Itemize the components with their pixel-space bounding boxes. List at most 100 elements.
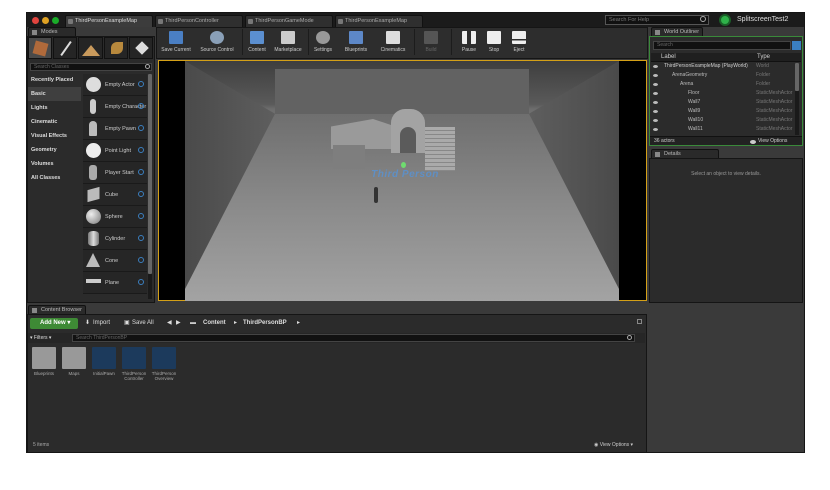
build-button[interactable]: Build	[419, 29, 443, 57]
path-content[interactable]: Content	[203, 318, 237, 329]
landscape-mode-icon[interactable]	[78, 37, 103, 59]
eye-icon[interactable]	[653, 92, 658, 95]
path-thirdpersonbp[interactable]: ThirdPersonBP	[243, 318, 303, 329]
place-item-empty-character[interactable]: Empty Character	[83, 96, 147, 118]
help-icon[interactable]	[138, 147, 144, 153]
view-options-button[interactable]: View Options	[758, 137, 787, 146]
add-folder-icon[interactable]	[792, 41, 801, 50]
eye-icon[interactable]	[653, 119, 658, 122]
category-visual-effects[interactable]: Visual Effects	[28, 129, 81, 143]
minimize-window-icon[interactable]	[42, 17, 49, 24]
asset-thirdperson-controller[interactable]: ThirdPerson Controller	[121, 347, 147, 381]
character-icon	[90, 99, 96, 114]
category-recently-placed[interactable]: Recently Placed	[28, 73, 81, 87]
outliner-row[interactable]: Wall11 StaticMeshActor	[652, 126, 798, 133]
outliner-row[interactable]: Wall7 StaticMeshActor	[652, 99, 798, 106]
place-mode-icon[interactable]	[28, 37, 53, 59]
zoom-window-icon[interactable]	[52, 17, 59, 24]
eye-icon[interactable]	[653, 83, 658, 86]
place-item-cylinder[interactable]: Cylinder	[83, 228, 147, 250]
content-search-input[interactable]: Search ThirdPersonBP	[72, 334, 635, 342]
help-icon[interactable]	[138, 169, 144, 175]
place-item-empty-actor[interactable]: Empty Actor	[83, 74, 147, 96]
forward-arrow-icon[interactable]: ▶	[176, 318, 184, 329]
scrollbar-thumb[interactable]	[148, 74, 152, 274]
pause-button[interactable]: Pause	[457, 29, 481, 57]
source-control-button[interactable]: Source Control	[197, 29, 237, 57]
blueprints-button[interactable]: Blueprints	[341, 29, 371, 57]
marketplace-button[interactable]: Marketplace	[271, 29, 305, 57]
tab-gamemode[interactable]: ThirdPersonGameMode	[245, 15, 333, 27]
add-new-button[interactable]: Add New ▾	[30, 318, 78, 329]
help-icon[interactable]	[138, 213, 144, 219]
help-icon[interactable]	[138, 279, 144, 285]
help-icon[interactable]	[138, 81, 144, 87]
stop-button[interactable]: Stop	[482, 29, 506, 57]
help-icon[interactable]	[138, 103, 144, 109]
eye-icon[interactable]	[653, 74, 658, 77]
paint-mode-icon[interactable]	[53, 37, 78, 59]
outliner-row-type: StaticMeshActor	[756, 99, 793, 105]
outliner-row[interactable]: Arena Folder	[652, 81, 798, 88]
foliage-mode-icon[interactable]	[103, 37, 128, 59]
eye-icon[interactable]	[653, 65, 658, 68]
back-arrow-icon[interactable]: ◀	[167, 318, 175, 329]
asset-blueprints-folder[interactable]: Blueprints	[31, 347, 57, 376]
source-control-status-icon[interactable]	[719, 14, 731, 26]
place-item-point-light[interactable]: Point Light	[83, 140, 147, 162]
help-icon[interactable]	[138, 125, 144, 131]
search-classes-input[interactable]: Search Classes	[30, 63, 152, 71]
place-item-sphere[interactable]: Sphere	[83, 206, 147, 228]
column-type[interactable]: Type	[757, 53, 770, 62]
level-viewport[interactable]: Third Person	[158, 60, 647, 301]
outliner-search-input[interactable]: Search	[653, 41, 791, 50]
asset-initialpawn[interactable]: InitialPawn	[91, 347, 117, 376]
filters-button[interactable]: ▾ Filters ▾	[30, 333, 70, 343]
eye-icon[interactable]	[653, 110, 658, 113]
modes-scrollbar[interactable]	[148, 74, 152, 299]
eye-icon[interactable]	[653, 101, 658, 104]
help-icon[interactable]	[138, 257, 144, 263]
content-button[interactable]: Content	[245, 29, 269, 57]
outliner-row[interactable]: Wall9 StaticMeshActor	[652, 108, 798, 115]
place-item-cube[interactable]: Cube	[83, 184, 147, 206]
cinematics-button[interactable]: Cinematics	[377, 29, 409, 57]
content-view-options-button[interactable]: ◉ View Options ▾	[594, 442, 633, 448]
search-help-input[interactable]: Search For Help	[605, 15, 709, 25]
category-volumes[interactable]: Volumes	[28, 157, 81, 171]
tab-controller[interactable]: ThirdPersonController	[155, 15, 243, 27]
outliner-row[interactable]: Floor StaticMeshActor	[652, 90, 798, 97]
place-item-plane[interactable]: Plane	[83, 272, 147, 294]
settings-button[interactable]: Settings	[310, 29, 336, 57]
asset-maps-folder[interactable]: Maps	[61, 347, 87, 376]
outliner-row[interactable]: ThirdPersonExampleMap (PlayWorld) World	[652, 63, 798, 70]
save-current-button[interactable]: Save Current	[159, 29, 193, 57]
outliner-row-label: Wall7	[688, 99, 701, 105]
lock-icon[interactable]	[637, 319, 642, 324]
import-button[interactable]: ⬇ Import	[84, 318, 118, 329]
category-lights[interactable]: Lights	[28, 101, 81, 115]
eye-icon[interactable]	[653, 128, 658, 131]
place-item-empty-pawn[interactable]: Empty Pawn	[83, 118, 147, 140]
scrollbar-thumb[interactable]	[795, 63, 799, 91]
column-label[interactable]: Label	[661, 53, 676, 62]
close-window-icon[interactable]	[32, 17, 39, 24]
help-icon[interactable]	[138, 191, 144, 197]
build-icon	[424, 31, 438, 44]
place-item-player-start[interactable]: Player Start	[83, 162, 147, 184]
help-icon[interactable]	[138, 235, 144, 241]
tab-map[interactable]: ThirdPersonExampleMap	[335, 15, 423, 27]
tab-level[interactable]: ThirdPersonExampleMap	[65, 15, 153, 27]
outliner-scrollbar[interactable]	[795, 63, 799, 135]
category-all-classes[interactable]: All Classes	[28, 171, 81, 185]
save-all-button[interactable]: ▣ Save All	[123, 318, 161, 329]
category-cinematic[interactable]: Cinematic	[28, 115, 81, 129]
category-basic[interactable]: Basic	[28, 87, 81, 101]
place-item-cone[interactable]: Cone	[83, 250, 147, 272]
outliner-row[interactable]: ArenaGeometry Folder	[652, 72, 798, 79]
eject-button[interactable]: Eject	[507, 29, 531, 57]
geometry-mode-icon[interactable]	[128, 37, 154, 59]
asset-thirdperson-overview[interactable]: ThirdPerson Overview	[151, 347, 177, 381]
outliner-row[interactable]: Wall10 StaticMeshActor	[652, 117, 798, 124]
category-geometry[interactable]: Geometry	[28, 143, 81, 157]
